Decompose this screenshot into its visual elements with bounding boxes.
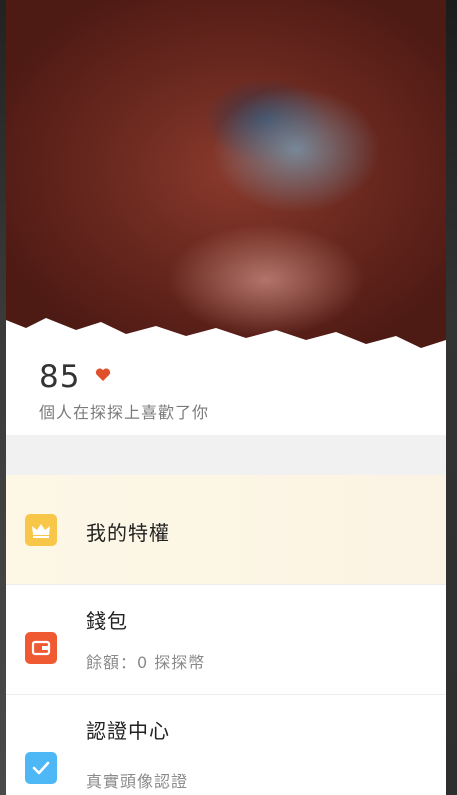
screen: 85 個人在探探上喜歡了你 我的特權 錢包 餘額：0 探探幣 認證中心 真實頭像… [0,0,457,795]
drawer-menu: 我的特權 錢包 餘額：0 探探幣 認證中心 真實頭像認證 [6,475,446,795]
likes-caption: 個人在探探上喜歡了你 [39,403,210,422]
likes-count: 85 [39,359,81,395]
menu-item-privilege-label: 我的特權 [86,521,170,545]
heart-icon [95,368,111,381]
menu-item-wallet[interactable]: 錢包 餘額：0 探探幣 [6,585,446,695]
menu-item-privilege[interactable]: 我的特權 [6,475,446,585]
cover-brush-edge [6,318,446,360]
profile-drawer: 85 個人在探探上喜歡了你 我的特權 錢包 餘額：0 探探幣 認證中心 真實頭像… [6,0,446,795]
check-icon [25,752,57,784]
menu-item-wallet-label: 錢包 [86,609,128,633]
crown-icon [25,514,57,546]
menu-item-verification[interactable]: 認證中心 真實頭像認證 [6,695,446,795]
background-screen-right [446,0,457,795]
wallet-balance: 餘額：0 探探幣 [86,653,206,672]
menu-item-verification-label: 認證中心 [86,719,170,743]
section-divider [6,435,446,475]
wallet-icon [25,632,57,664]
likes-summary: 85 個人在探探上喜歡了你 [6,355,446,435]
verification-subtitle: 真實頭像認證 [86,772,189,791]
